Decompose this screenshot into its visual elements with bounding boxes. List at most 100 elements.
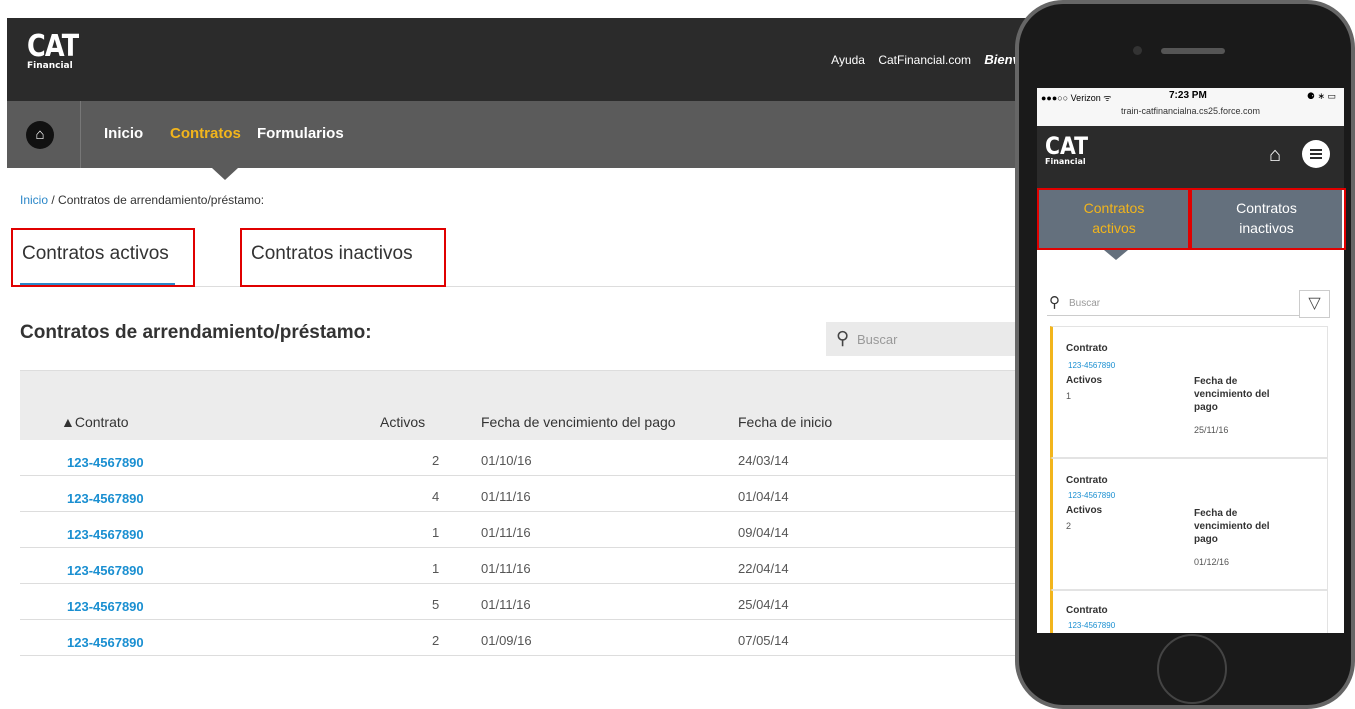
status-time: 7:23 PM — [1169, 90, 1207, 101]
contract-link[interactable]: 123-4567890 — [67, 527, 144, 542]
search-input[interactable]: ⚲ Buscar — [826, 322, 1026, 356]
contract-link[interactable]: 123-4567890 — [67, 455, 144, 470]
logo-text: CAT — [27, 29, 79, 64]
table-row: 123-4567890 1 01/11/16 09/04/14 — [20, 512, 1020, 548]
top-header: CAT Financial Ayuda CatFinancial.com Bie… — [7, 18, 1027, 101]
search-icon: ⚲ — [836, 328, 850, 348]
start-date-cell: 01/04/14 — [738, 489, 789, 504]
due-date-cell: 01/11/16 — [481, 561, 531, 576]
mobile-url[interactable]: train-catfinancialna.cs25.force.com — [1037, 106, 1344, 116]
table-row: 123-4567890 2 01/09/16 07/05/14 — [20, 620, 1020, 656]
phone-camera — [1133, 46, 1142, 55]
card-assets-label: Activos — [1066, 505, 1103, 516]
start-date-cell: 07/05/14 — [738, 633, 789, 648]
due-date-cell: 01/11/16 — [481, 489, 531, 504]
card-contract-link[interactable]: 123-4567890 — [1068, 491, 1115, 500]
active-nav-pointer — [212, 168, 238, 180]
table-row: 123-4567890 1 01/11/16 22/04/14 — [20, 548, 1020, 584]
filter-icon[interactable]: ▽ — [1299, 290, 1330, 318]
home-icon[interactable]: ⌂ — [26, 121, 54, 149]
start-date-cell: 22/04/14 — [738, 561, 789, 576]
card-due-label: Fecha de vencimiento del pago — [1194, 376, 1270, 413]
mobile-active-tab-pointer — [1104, 250, 1128, 260]
column-header-fecha-inicio[interactable]: Fecha de inicio — [738, 414, 832, 430]
due-date-cell: 01/11/16 — [481, 597, 531, 612]
card-assets-value: 2 — [1066, 521, 1072, 531]
mobile-contract-card[interactable]: Contrato 123-4567890 Activos 2 Fecha de … — [1050, 458, 1328, 590]
carrier-signal: ●●●○○ Verizon ᯤ — [1041, 93, 1112, 103]
cat-financial-logo[interactable]: CAT Financial — [27, 32, 87, 71]
start-date-cell: 09/04/14 — [738, 525, 789, 540]
contract-link[interactable]: 123-4567890 — [67, 599, 144, 614]
card-contract-label: Contrato — [1066, 343, 1108, 354]
menu-line — [1310, 157, 1322, 159]
help-link[interactable]: Ayuda — [831, 53, 865, 67]
mobile-search-placeholder: Buscar — [1069, 298, 1101, 309]
table-row: 123-4567890 5 01/11/16 25/04/14 — [20, 584, 1020, 620]
card-contract-label: Contrato — [1066, 475, 1108, 486]
assets-cell: 5 — [432, 597, 440, 612]
card-contract-label: Contrato — [1066, 605, 1108, 616]
highlight-box-mobile-inactive-tab — [1190, 188, 1346, 250]
due-date-cell: 01/10/16 — [481, 453, 532, 468]
nav-item-contratos[interactable]: Contratos — [170, 125, 241, 142]
assets-cell: 2 — [432, 453, 440, 468]
mobile-contract-card[interactable]: Contrato 123-4567890 — [1050, 590, 1328, 633]
assets-cell: 4 — [432, 489, 440, 504]
column-header-contrato[interactable]: ▲Contrato — [61, 414, 129, 430]
card-contract-link[interactable]: 123-4567890 — [1068, 621, 1115, 630]
section-title: Contratos de arrendamiento/préstamo: — [20, 322, 372, 343]
assets-cell: 1 — [432, 561, 440, 576]
assets-cell: 1 — [432, 525, 440, 540]
mobile-search-input[interactable]: ⚲ Buscar — [1047, 290, 1299, 316]
battery-icon: ⚈ ∗ ▭ — [1306, 91, 1336, 101]
mobile-screen: ●●●○○ Verizon ᯤ 7:23 PM ⚈ ∗ ▭ train-catf… — [1037, 88, 1344, 633]
search-icon: ⚲ — [1049, 294, 1060, 311]
card-assets-label: Activos — [1066, 375, 1103, 386]
phone-speaker — [1161, 48, 1225, 54]
column-header-fecha-vencimiento[interactable]: Fecha de vencimiento del pago — [481, 414, 676, 430]
breadcrumb: Inicio / Contratos de arrendamiento/prés… — [20, 193, 264, 207]
table-header: ▲Contrato Activos Fecha de vencimiento d… — [20, 370, 1020, 440]
top-links: Ayuda CatFinancial.com Bienve — [821, 52, 1027, 67]
nav-item-formularios[interactable]: Formularios — [257, 125, 344, 142]
breadcrumb-separator: / — [48, 193, 59, 207]
contract-link[interactable]: 123-4567890 — [67, 563, 144, 578]
card-due-label: Fecha de vencimiento del pago — [1194, 508, 1270, 545]
highlight-box-active-tab — [11, 228, 195, 287]
start-date-cell: 25/04/14 — [738, 597, 789, 612]
main-nav: ⌂ Inicio Contratos Formularios — [7, 101, 1027, 168]
menu-line — [1310, 153, 1322, 155]
table-row: 123-4567890 4 01/11/16 01/04/14 — [20, 476, 1020, 512]
table-row: 123-4567890 2 01/10/16 24/03/14 — [20, 440, 1020, 476]
due-date-cell: 01/09/16 — [481, 633, 532, 648]
card-due-value: 25/11/16 — [1194, 425, 1229, 435]
mobile-contract-card[interactable]: Contrato 123-4567890 Activos 1 Fecha de … — [1050, 326, 1328, 458]
breadcrumb-home-link[interactable]: Inicio — [20, 193, 48, 207]
column-header-activos[interactable]: Activos — [380, 414, 425, 430]
catfinancial-link[interactable]: CatFinancial.com — [878, 53, 971, 67]
contract-link[interactable]: 123-4567890 — [67, 635, 144, 650]
mobile-logo-text: CAT — [1045, 132, 1089, 160]
card-assets-value: 1 — [1066, 391, 1072, 401]
assets-cell: 2 — [432, 633, 440, 648]
mobile-header: CAT Financial ⌂ — [1037, 126, 1344, 188]
card-contract-link[interactable]: 123-4567890 — [1068, 361, 1115, 370]
search-placeholder: Buscar — [857, 332, 898, 347]
hamburger-menu-icon[interactable] — [1302, 140, 1330, 168]
menu-line — [1310, 149, 1322, 151]
nav-divider — [80, 101, 81, 168]
nav-item-inicio[interactable]: Inicio — [104, 125, 143, 142]
highlight-box-mobile-active-tab — [1037, 188, 1190, 250]
contract-link[interactable]: 123-4567890 — [67, 491, 144, 506]
start-date-cell: 24/03/14 — [738, 453, 789, 468]
mobile-status-bar: ●●●○○ Verizon ᯤ 7:23 PM ⚈ ∗ ▭ train-catf… — [1037, 88, 1344, 126]
phone-home-button[interactable] — [1157, 634, 1227, 704]
breadcrumb-current: Contratos de arrendamiento/préstamo: — [58, 193, 265, 207]
highlight-box-inactive-tab — [240, 228, 446, 287]
due-date-cell: 01/11/16 — [481, 525, 531, 540]
home-icon[interactable]: ⌂ — [1269, 144, 1281, 167]
card-due-value: 01/12/16 — [1194, 557, 1230, 567]
contracts-table: ▲Contrato Activos Fecha de vencimiento d… — [20, 370, 1020, 656]
mobile-cat-logo[interactable]: CAT Financial — [1045, 134, 1096, 166]
